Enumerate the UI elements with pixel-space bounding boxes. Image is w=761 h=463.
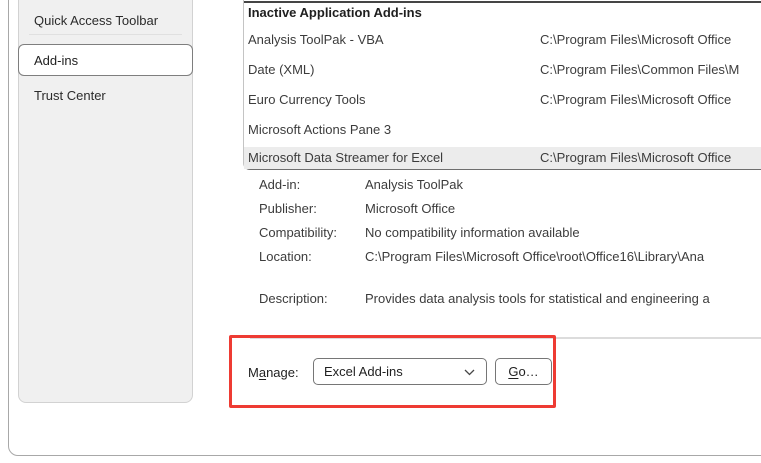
detail-value: Microsoft Office: [365, 201, 456, 216]
addins-listbox: [243, 0, 761, 170]
addin-location: C:\Program Files\Microsoft Office: [540, 32, 732, 47]
detail-value: No compatibility information available: [365, 225, 580, 240]
excel-options-addins-page: Quick Access Toolbar Add-ins Trust Cente…: [0, 0, 761, 463]
manage-label-part: nage:: [266, 365, 299, 380]
manage-label-part: M: [248, 365, 259, 380]
manage-dropdown[interactable]: Excel Add-ins: [313, 358, 487, 385]
detail-value: C:\Program Files\Microsoft Office\root\O…: [365, 249, 705, 264]
go-button-label-part: o…: [518, 364, 539, 379]
list-section-header: Inactive Application Add-ins: [248, 5, 422, 20]
detail-label: Location:: [259, 249, 312, 264]
sidebar-divider: [29, 34, 182, 35]
table-row[interactable]: Microsoft Data Streamer for Excel C:\Pro…: [248, 150, 761, 166]
addin-location: C:\Program Files\Microsoft Office: [540, 150, 732, 165]
sidebar-item-add-ins[interactable]: Add-ins: [18, 44, 193, 76]
options-sidebar: Quick Access Toolbar Add-ins Trust Cente…: [18, 0, 193, 403]
addin-name: Microsoft Actions Pane 3: [248, 122, 392, 137]
horizontal-divider: [250, 337, 761, 339]
addin-name: Date (XML): [248, 62, 315, 77]
detail-value: Provides data analysis tools for statist…: [365, 291, 710, 306]
detail-label: Add-in:: [259, 177, 301, 192]
detail-label: Description:: [259, 291, 328, 306]
addin-name: Analysis ToolPak - VBA: [248, 32, 384, 47]
list-section-separator: [244, 1, 761, 3]
sidebar-item-quick-access-toolbar[interactable]: Quick Access Toolbar: [34, 11, 158, 31]
addin-location: C:\Program Files\Microsoft Office: [540, 92, 732, 107]
detail-value: Analysis ToolPak: [365, 177, 464, 192]
addin-name: Microsoft Data Streamer for Excel: [248, 150, 444, 165]
addin-location: C:\Program Files\Common Files\M: [540, 62, 740, 77]
chevron-down-icon: [464, 369, 475, 376]
detail-label: Compatibility:: [259, 225, 338, 240]
addin-name: Euro Currency Tools: [248, 92, 366, 107]
sidebar-item-trust-center[interactable]: Trust Center: [34, 86, 106, 106]
manage-label: Manage:: [248, 364, 299, 382]
manage-dropdown-value: Excel Add-ins: [324, 364, 403, 379]
table-row[interactable]: Microsoft Actions Pane 3: [248, 122, 761, 138]
detail-row: Location: C:\Program Files\Microsoft Off…: [259, 249, 761, 265]
table-row[interactable]: Date (XML) C:\Program Files\Common Files…: [248, 62, 761, 78]
table-row[interactable]: Analysis ToolPak - VBA C:\Program Files\…: [248, 32, 761, 48]
detail-row: Description: Provides data analysis tool…: [259, 291, 761, 307]
go-button-accelerator: G: [508, 364, 519, 379]
go-button[interactable]: Go…: [495, 358, 552, 385]
detail-row: Publisher: Microsoft Office: [259, 201, 761, 217]
detail-row: Compatibility: No compatibility informat…: [259, 225, 761, 241]
detail-row: Add-in: Analysis ToolPak: [259, 177, 761, 193]
table-row[interactable]: Euro Currency Tools C:\Program Files\Mic…: [248, 92, 761, 108]
detail-label: Publisher:: [259, 201, 317, 216]
sidebar-item-label: Add-ins: [34, 53, 79, 68]
manage-label-accelerator: a: [258, 365, 267, 380]
